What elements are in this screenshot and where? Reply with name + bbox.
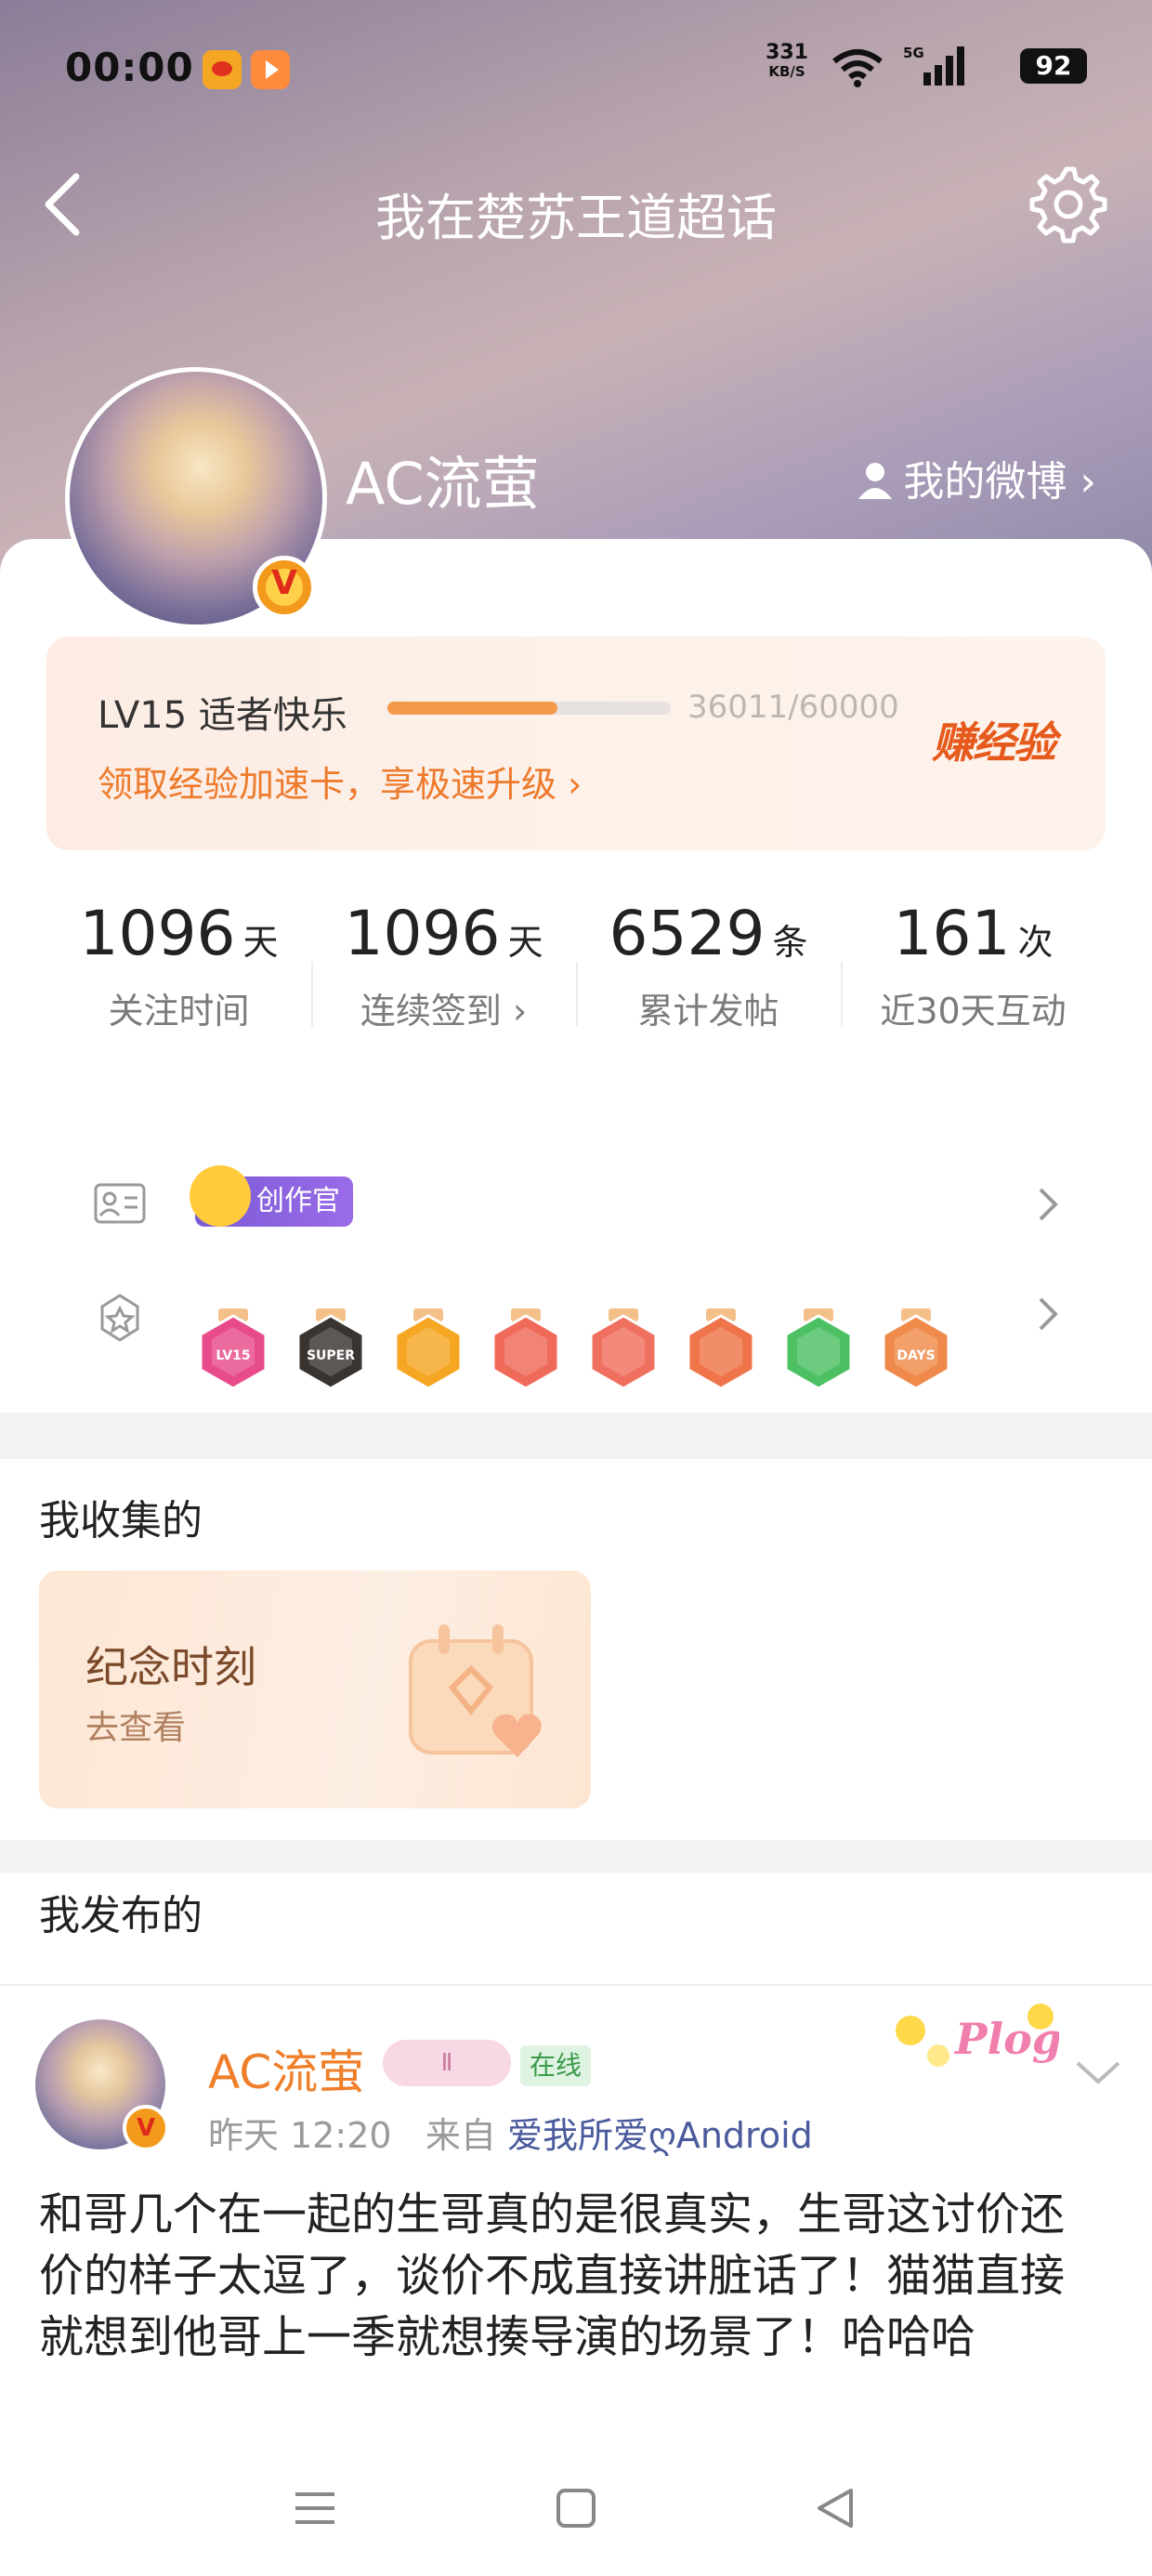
published-section: 我发布的 V AC流萤 Ⅱ 在线 Plog 昨天 12:20 来自 爱我所爱ღA… (0, 1873, 1152, 2486)
collected-title: 我收集的 (39, 1497, 203, 1544)
level-title: LV15 适者快乐 (98, 694, 347, 737)
status-time: 00:00 (65, 45, 194, 90)
cat-badge-2[interactable] (585, 1308, 661, 1392)
section-divider (0, 1984, 1152, 1986)
level-progress-text: 36011/60000 (687, 689, 899, 726)
creator-mascot-icon (190, 1165, 251, 1227)
stat-value: 6529 (609, 898, 766, 969)
super-badge[interactable]: SUPER (293, 1308, 369, 1392)
wifi-icon (832, 49, 883, 87)
signal-5g-icon: 5G (903, 45, 964, 85)
menu-icon[interactable] (290, 2485, 340, 2531)
verified-badge-icon (253, 556, 316, 619)
fan-level-tag: Ⅱ (383, 2040, 511, 2086)
weibo-app-icon (203, 50, 242, 89)
plog-sticker-icon: Plog (896, 2004, 1059, 2067)
stat-label: 累计发帖 (637, 991, 779, 1032)
profile-username: AC流萤 (346, 450, 540, 518)
calendar-heart-icon (409, 1624, 542, 1757)
post-time: 昨天 12:20 (208, 2115, 392, 2156)
stats-row: 1096 天 关注时间 1096 天 连续签到 › 6529 条 累计发帖 161 次 … (46, 897, 1106, 1111)
cat-badge-3[interactable] (683, 1308, 759, 1392)
stat-interactions: 161 次 近30天互动 (841, 897, 1106, 1033)
creator-badge[interactable]: 创作官 (190, 1165, 353, 1227)
stat-unit: 天 (242, 922, 279, 963)
section-separator (0, 1840, 1152, 1873)
stat-unit: 条 (772, 922, 808, 963)
top-navigation: 我在楚苏王道超话 (0, 158, 1152, 251)
post-from-label: 来自 (425, 2115, 496, 2156)
back-triangle-icon[interactable] (810, 2485, 860, 2531)
stat-follow-time: 1096 天 关注时间 (46, 897, 311, 1033)
speedup-link[interactable]: 领取经验加速卡，享极速升级 › (98, 756, 582, 807)
chevron-right-icon: › (1067, 458, 1096, 506)
lv15-badge[interactable]: LV15 (195, 1308, 271, 1392)
stat-value: 1096 (79, 898, 236, 969)
post-body[interactable]: 和哥几个在一起的生哥真的是很真实，生哥这讨价还价的样子太逗了，谈价不成直接讲脏话… (39, 2184, 1107, 2368)
badge-label: SUPER (307, 1348, 355, 1363)
earn-exp-button[interactable]: 赚经验 (932, 709, 1056, 770)
online-tag: 在线 (520, 2045, 592, 2086)
collected-section: 我收集的 纪念时刻 去查看 (0, 1459, 1152, 1840)
battery-indicator: 92 (1020, 48, 1087, 84)
crown-badge[interactable] (390, 1308, 466, 1392)
chevron-right-icon: › (568, 764, 583, 805)
level-panel[interactable]: LV15 适者快乐 36011/60000 领取经验加速卡，享极速升级 › 赚经… (46, 637, 1106, 850)
speedup-link-label: 领取经验加速卡，享极速升级 (98, 764, 557, 805)
my-weibo-label: 我的微博 (903, 458, 1067, 506)
net-speed-value: 331 (766, 41, 808, 64)
stat-value: 161 (893, 898, 1011, 969)
chevron-right-icon[interactable] (1037, 1186, 1059, 1223)
gear-icon[interactable] (1024, 162, 1109, 247)
100-days-badge[interactable]: DAYS (878, 1308, 954, 1392)
stat-checkin[interactable]: 1096 天 连续签到 › (311, 897, 576, 1033)
badge-label: LV15 (216, 1348, 250, 1363)
memory-card-title: 纪念时刻 (85, 1642, 256, 1692)
stat-label: 近30天互动 (880, 991, 1067, 1032)
memory-card-link: 去查看 (85, 1709, 187, 1747)
video-app-icon (251, 50, 290, 89)
post-meta: 昨天 12:20 来自 爱我所爱ღAndroid (208, 2107, 813, 2158)
post-author-name[interactable]: AC流萤 (208, 2035, 364, 2102)
verified-badge-icon: V (123, 2105, 169, 2151)
cat-badge-1[interactable] (488, 1308, 564, 1392)
id-card-icon (94, 1183, 146, 1224)
badges-panel: 创作官 LV15 SUPER DAYS (46, 1134, 1106, 1390)
chevron-down-icon[interactable] (1072, 2054, 1124, 2091)
my-weibo-link[interactable]: 我的微博 › (857, 448, 1096, 507)
stat-unit: 次 (1017, 922, 1054, 963)
net-speed-unit: KB/S (768, 63, 805, 80)
medal-icon (100, 1294, 139, 1342)
network-type-label: 5G (903, 45, 924, 61)
stat-value: 1096 (344, 898, 501, 969)
creator-badge-label: 创作官 (256, 1185, 340, 1217)
system-navigation-bar (0, 2437, 1152, 2576)
level-progress-fill (387, 702, 557, 715)
chevron-right-icon: › (501, 991, 528, 1032)
user-icon (858, 463, 893, 499)
stat-label: 关注时间 (108, 991, 250, 1032)
profile-card: LV15 适者快乐 36011/60000 领取经验加速卡，享极速升级 › 赚经… (0, 539, 1152, 1413)
stat-label: 连续签到 › (311, 982, 576, 1033)
chevron-right-icon[interactable] (1037, 1295, 1059, 1333)
badge-label: DAYS (897, 1348, 935, 1363)
stat-unit: 天 (507, 922, 543, 963)
page-title: 我在楚苏王道超话 (375, 189, 777, 247)
status-bar: 00:00 331 KB/S 5G 92 (65, 37, 1087, 102)
stat-label-text: 连续签到 (360, 991, 502, 1032)
stat-posts: 6529 条 累计发帖 (576, 897, 841, 1033)
post-source[interactable]: 爱我所爱ღAndroid (507, 2115, 813, 2156)
memory-card[interactable]: 纪念时刻 去查看 (39, 1571, 591, 1808)
section-separator (0, 1426, 1152, 1459)
net-speed: 331 KB/S (766, 41, 808, 81)
published-title: 我发布的 (39, 1892, 203, 1939)
level-progress-bar (387, 702, 671, 715)
home-icon[interactable] (551, 2485, 601, 2531)
hand-badge[interactable] (780, 1308, 857, 1392)
